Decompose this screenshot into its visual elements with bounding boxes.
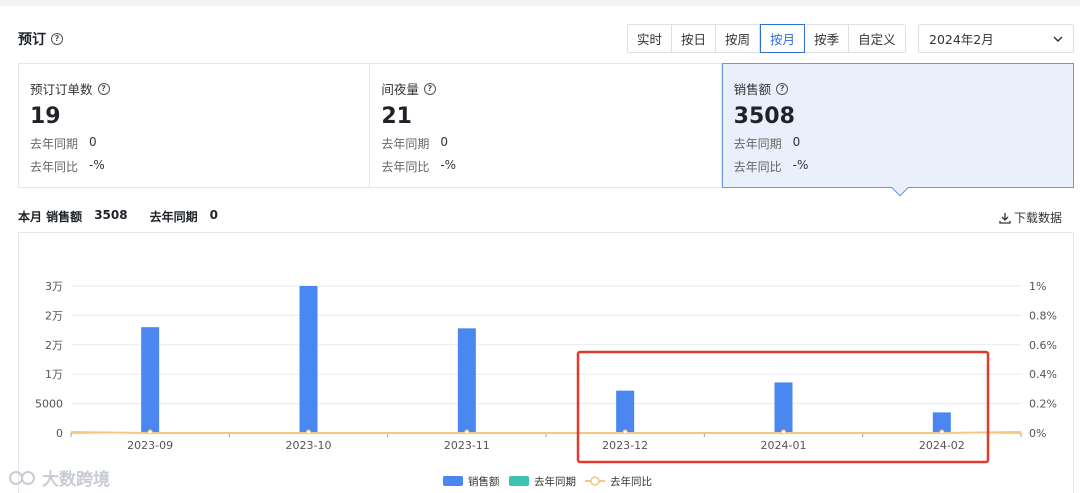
summary-last-year-label: 去年同期 [149,210,198,224]
x-tick-label: 2023-09 [127,439,173,452]
metric-value: 19 [30,104,61,129]
legend-label: 去年同比 [610,475,652,488]
last-year-row: 去年同期 0 [381,135,448,151]
help-icon[interactable]: ? [97,82,110,95]
yoy-point [306,429,311,435]
y-left-tick-label: 2万 [45,309,63,322]
booking-panel: 预订 ? 实时 按日 按周 按月 按季 自定义 2024年2月 预订订单数? 19 去年同… [0,6,1080,493]
metric-card-room-nights[interactable]: 间夜量? 21 去年同期 0 去年同比 -% [370,64,722,187]
download-label: 下载数据 [1014,211,1063,225]
watermark-icon [9,470,35,485]
yoy-row: 去年同比 -% [30,158,105,174]
yoy-row: 去年同比 -% [733,158,809,174]
last-year-row: 去年同期 0 [30,135,97,151]
bar-sales [457,328,476,433]
help-icon[interactable]: ? [423,82,436,95]
legend-label: 去年同期 [534,475,576,488]
tab-period[interactable]: 实时 [628,25,673,52]
selected-caret-icon [891,179,909,197]
help-icon[interactable]: ? [776,82,789,95]
tab-period[interactable]: 按月 [760,24,806,53]
yoy-point [781,429,786,435]
tab-period[interactable]: 按日 [672,25,717,52]
watermark-logo: 大数跨境 [8,465,110,490]
y-left-tick-label: 3万 [45,280,63,293]
summary-last-year-value: 0 [209,208,218,222]
y-right-tick-label: 0% [1029,427,1046,440]
y-right-tick-label: 0.2% [1029,398,1057,411]
metric-card-sales[interactable]: 销售额? 3508 去年同期 0 去年同比 -% [721,63,1074,197]
yoy-point [622,429,628,435]
metric-cards: 预订订单数? 19 去年同期 0 去年同比 -% 间夜量? 21 去年同期 0 去年同… [18,63,1074,197]
x-tick-label: 2023-12 [602,439,648,452]
yoy-row: 去年同比 -% [381,158,457,174]
bar-sales [774,382,793,433]
bar-sales [299,286,318,433]
yoy-point [464,429,470,435]
y-right-tick-label: 0.8% [1029,309,1057,322]
tab-period[interactable]: 按周 [716,25,761,52]
metric-value: 21 [381,104,412,129]
x-tick-label: 2024-02 [919,439,965,452]
yoy-point [939,429,945,435]
legend-swatch-dot [590,476,600,486]
metric-card-orders[interactable]: 预订订单数? 19 去年同期 0 去年同比 -% [19,64,371,187]
metric-label: 销售额? [734,79,1062,98]
chart-summary: 本月 销售额 3508 去年同期 0 [18,208,218,225]
metric-label: 间夜量? [381,79,709,98]
legend-swatch [509,476,529,486]
metric-label: 预订订单数? [30,79,358,98]
bar-sales [616,390,635,433]
watermark-text: 大数跨境 [42,470,110,490]
y-right-tick-label: 0.4% [1029,368,1057,381]
x-tick-label: 2024-01 [761,439,807,452]
sales-chart: 0 0% 5000 0.2% 1万 0.4% 2万 0.6% 2万 0.8% 3万 1% 2023-09… [35,280,1057,488]
x-tick-label: 2023-11 [444,439,490,452]
summary-value: 3508 [94,208,128,222]
yoy-point [147,429,153,435]
page-title: 预订 ? [18,29,63,49]
period-tabs: 实时 按日 按周 按月 按季 自定义 [627,24,906,53]
chevron-down-icon [1053,36,1063,42]
series-line-yoy [70,431,1022,434]
page-title-text: 预订 [18,32,46,48]
y-left-tick-label: 0 [56,427,63,440]
legend-swatch [443,476,463,486]
last-year-row: 去年同期 0 [733,135,801,151]
bar-sales [141,327,160,433]
x-tick-label: 2023-10 [286,439,332,452]
help-icon[interactable]: ? [51,33,63,45]
legend-label: 销售额 [468,475,500,488]
y-left-tick-label: 2万 [45,339,63,352]
chart-container: 0 0% 5000 0.2% 1万 0.4% 2万 0.6% 2万 0.8% 3万 1% 2023-09… [18,232,1074,493]
tab-period[interactable]: 按季 [805,25,850,52]
y-right-tick-label: 0.6% [1029,339,1057,352]
tab-period[interactable]: 自定义 [849,25,905,52]
metric-value: 3508 [733,104,795,129]
month-select[interactable]: 2024年2月 [918,24,1074,53]
month-select-value: 2024年2月 [929,32,994,47]
y-left-tick-label: 1万 [45,368,63,381]
download-icon [999,212,1011,224]
y-left-tick-label: 5000 [35,398,63,411]
download-button[interactable]: 下载数据 [999,209,1062,226]
summary-label: 本月 销售额 [18,210,83,224]
y-right-tick-label: 1% [1029,280,1046,293]
